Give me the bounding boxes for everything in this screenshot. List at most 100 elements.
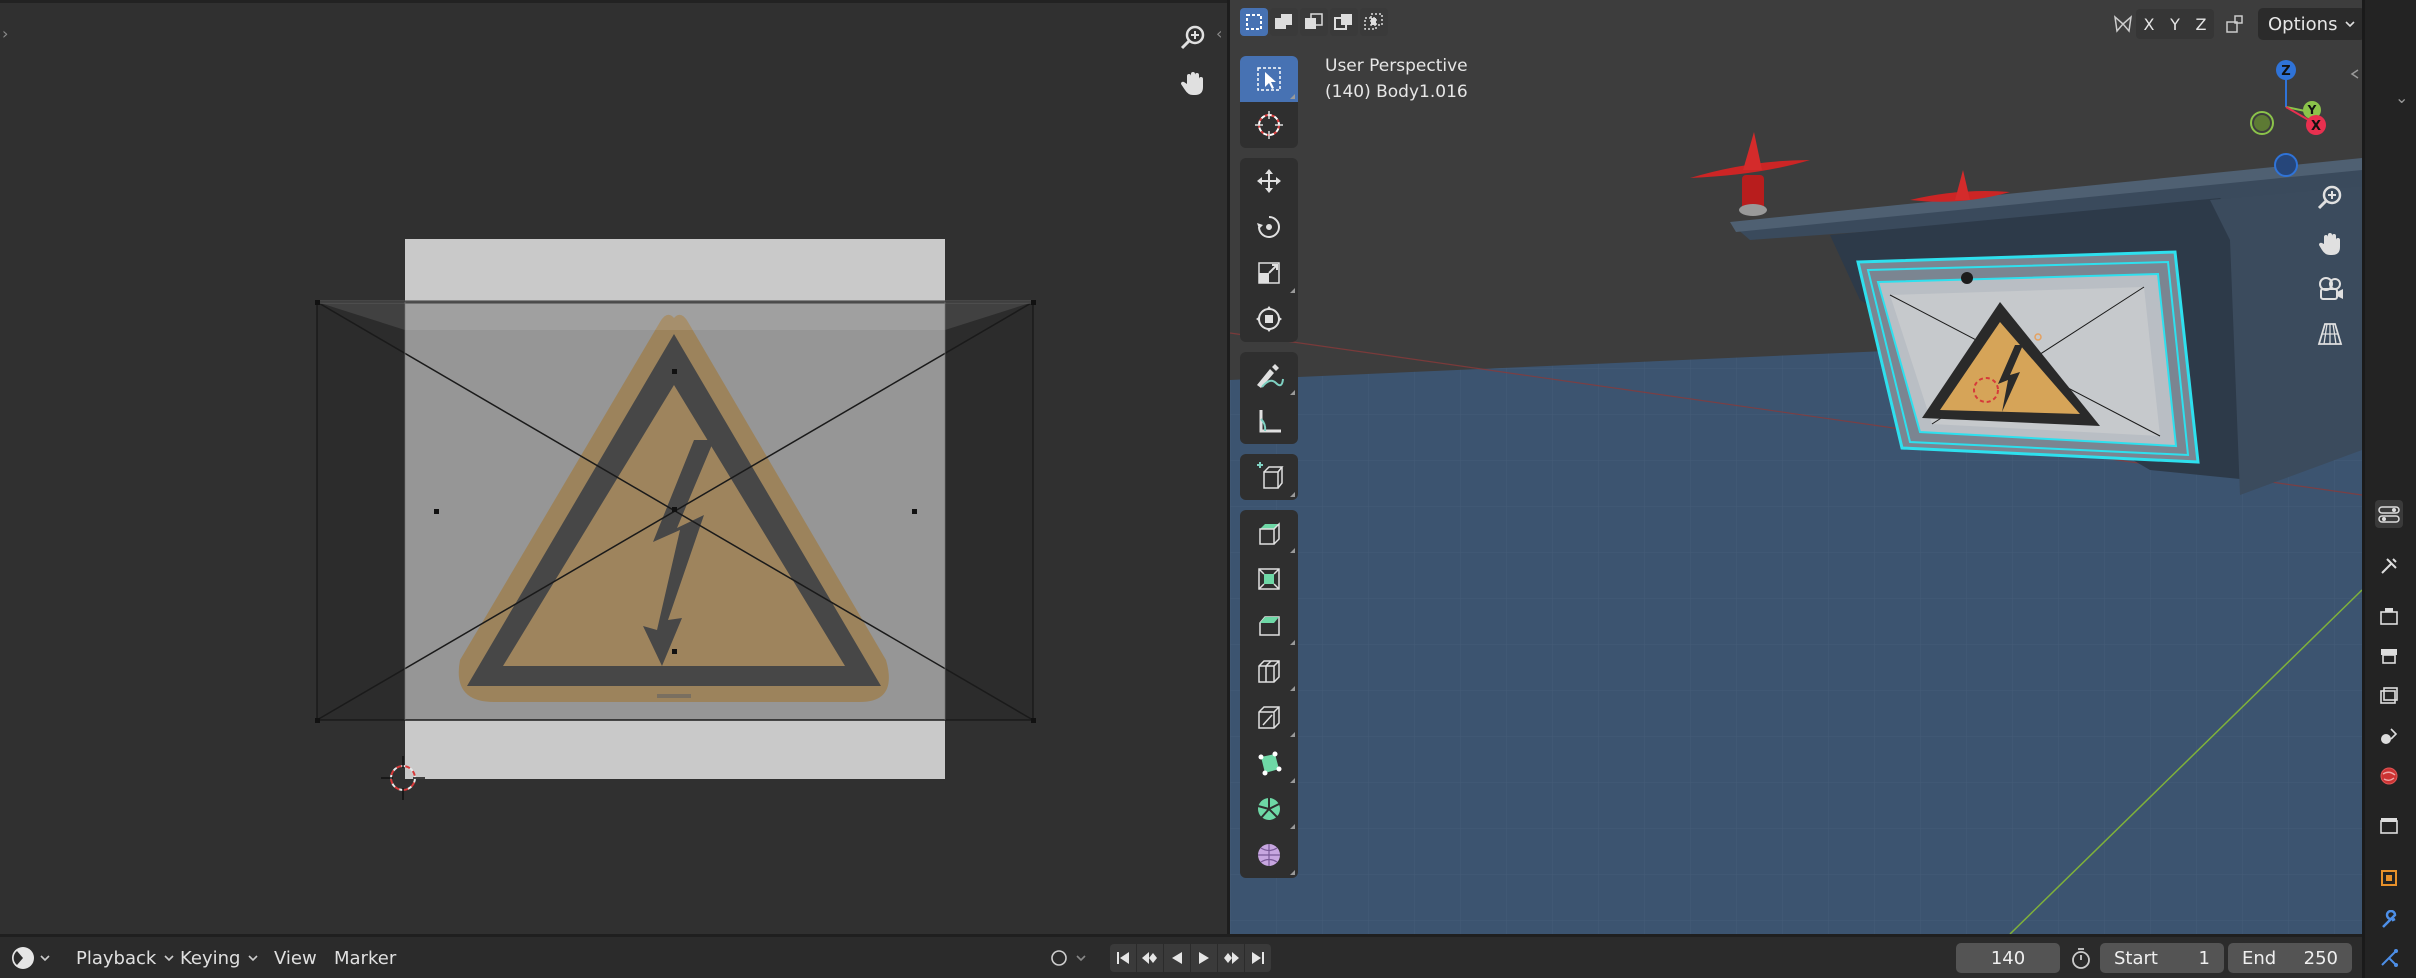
gizmo-z-label: Z <box>2281 64 2290 79</box>
scene-tab-icon[interactable] <box>2375 722 2403 750</box>
select-intersect-icon[interactable] <box>1360 8 1388 36</box>
tool-scale[interactable] <box>1240 250 1298 296</box>
annotate-icon <box>1257 364 1284 388</box>
timeline-header: Playback Keying View Marker 140 Start 1 … <box>0 934 2362 978</box>
collapse-arrow-icon[interactable]: ⌄ <box>2395 88 2408 107</box>
end-frame-field[interactable]: End 250 <box>2228 943 2352 973</box>
tool-transform[interactable] <box>1240 296 1298 342</box>
zoom-in-icon[interactable] <box>1173 18 1213 58</box>
uv-editor[interactable]: › ‹ <box>0 0 1227 934</box>
object-tab-icon[interactable] <box>2375 864 2403 892</box>
tool-move[interactable] <box>1240 158 1298 204</box>
options-label: Options <box>2268 13 2338 35</box>
playback-controls <box>1110 944 1271 972</box>
mirror-axis-toggles: X Y Z <box>2136 9 2214 39</box>
inset-icon <box>1258 568 1280 590</box>
chevron-down-icon <box>248 955 259 962</box>
camera-view-icon[interactable] <box>2308 266 2352 310</box>
uv-mesh[interactable] <box>315 300 1036 723</box>
select-subtract-icon[interactable] <box>1300 8 1328 36</box>
chevron-down-icon <box>2345 21 2356 28</box>
gizmo-x-label: X <box>2311 119 2321 134</box>
tool-spin[interactable] <box>1240 786 1298 832</box>
expand-sidebar-arrow-icon[interactable]: ‹ <box>1216 26 1222 42</box>
tool-smooth[interactable] <box>1240 832 1298 878</box>
tool-bevel[interactable] <box>1240 602 1298 648</box>
play-button[interactable] <box>1191 944 1217 972</box>
menu-marker[interactable]: Marker <box>334 943 396 973</box>
smooth-icon <box>1258 844 1280 866</box>
perspective-grid-icon[interactable] <box>2308 312 2352 356</box>
menu-keying-label: Keying <box>180 947 241 969</box>
chevron-down-icon <box>40 955 50 962</box>
move-icon <box>1257 169 1281 193</box>
hand-pan-icon[interactable] <box>1173 64 1213 104</box>
mirror-x-toggle[interactable]: X <box>2136 9 2162 39</box>
gizmo-neg-z-axis[interactable] <box>2274 153 2298 177</box>
menu-keying[interactable]: Keying <box>180 943 259 973</box>
expand-toolbar-arrow-icon[interactable]: › <box>2 26 8 42</box>
select-extend-icon[interactable] <box>1270 8 1298 36</box>
start-label: Start <box>2114 947 2158 969</box>
tool-knife[interactable] <box>1240 694 1298 740</box>
jump-keyframe-forward-button[interactable] <box>1218 944 1244 972</box>
tool-settings-tab-icon[interactable] <box>2375 500 2403 528</box>
play-reverse-button[interactable] <box>1164 944 1190 972</box>
collection-tab-icon[interactable] <box>2375 812 2403 840</box>
auto-merge-icon[interactable] <box>2220 9 2250 39</box>
sign-plate-selected[interactable] <box>1856 250 2200 464</box>
jump-keyframe-back-button[interactable] <box>1137 944 1163 972</box>
uv-canvas[interactable] <box>0 0 1227 934</box>
viewport-scene[interactable] <box>1230 0 2362 934</box>
menu-view[interactable]: View <box>274 943 317 973</box>
tool-cursor[interactable] <box>1240 102 1298 148</box>
jump-to-start-button[interactable] <box>1110 944 1136 972</box>
options-dropdown[interactable]: Options <box>2258 8 2362 40</box>
current-frame-field[interactable]: 140 <box>1956 943 2060 973</box>
particles-tab-icon[interactable] <box>2375 944 2403 972</box>
view-layer-tab-icon[interactable] <box>2375 682 2403 710</box>
jump-start-icon <box>1117 952 1129 964</box>
menu-playback[interactable]: Playback <box>76 943 174 973</box>
tool-select-box[interactable] <box>1240 56 1298 102</box>
add-cube-icon <box>1257 462 1284 489</box>
tool-rotate[interactable] <box>1240 204 1298 250</box>
editor-type-selector[interactable] <box>10 943 50 973</box>
select-invert-icon[interactable] <box>1330 8 1358 36</box>
tool-annotate[interactable] <box>1240 352 1298 398</box>
tool-loop-cut[interactable] <box>1240 648 1298 694</box>
keyframe-type-selector[interactable] <box>1048 943 1086 973</box>
world-tab-icon[interactable] <box>2375 762 2403 790</box>
3d-viewport[interactable]: X Y Z Options User Perspective (140) Bod… <box>1230 0 2362 934</box>
header-right-tools: X Y Z Options <box>2110 8 2362 40</box>
mirror-y-toggle[interactable]: Y <box>2162 9 2188 39</box>
tool-inset[interactable] <box>1240 556 1298 602</box>
tool-poly-build[interactable] <box>1240 740 1298 786</box>
render-tab-icon[interactable] <box>2375 602 2403 630</box>
tool-extrude[interactable] <box>1240 510 1298 556</box>
play-icon <box>1199 952 1209 964</box>
viewport-zoom-icon[interactable] <box>2308 176 2352 220</box>
end-value: 250 <box>2303 947 2338 969</box>
tool-add-cube[interactable] <box>1240 454 1298 500</box>
knife-icon <box>1258 706 1280 729</box>
jump-to-end-button[interactable] <box>1245 944 1271 972</box>
stopwatch-icon[interactable] <box>2070 943 2092 973</box>
navigation-gizmo[interactable]: Z Y X <box>2210 52 2362 182</box>
mirror-z-toggle[interactable]: Z <box>2188 9 2214 39</box>
mirror-butterfly-icon[interactable] <box>2110 9 2136 39</box>
jump-end-icon <box>1252 952 1264 964</box>
rotate-icon <box>1257 216 1280 238</box>
properties-tab-strip: ⌄ <box>2362 0 2416 978</box>
extrude-icon <box>1259 522 1280 545</box>
record-circle-icon <box>1051 950 1067 966</box>
viewport-pan-icon[interactable] <box>2308 222 2352 266</box>
tool-measure[interactable] <box>1240 398 1298 444</box>
select-set-icon[interactable] <box>1240 8 1268 36</box>
start-value: 1 <box>2198 947 2210 969</box>
start-frame-field[interactable]: Start 1 <box>2100 943 2224 973</box>
output-tab-icon[interactable] <box>2375 642 2403 670</box>
tool-tab-icon[interactable] <box>2375 552 2403 580</box>
modifier-tab-icon[interactable] <box>2375 906 2403 934</box>
play-reverse-icon <box>1172 952 1182 964</box>
